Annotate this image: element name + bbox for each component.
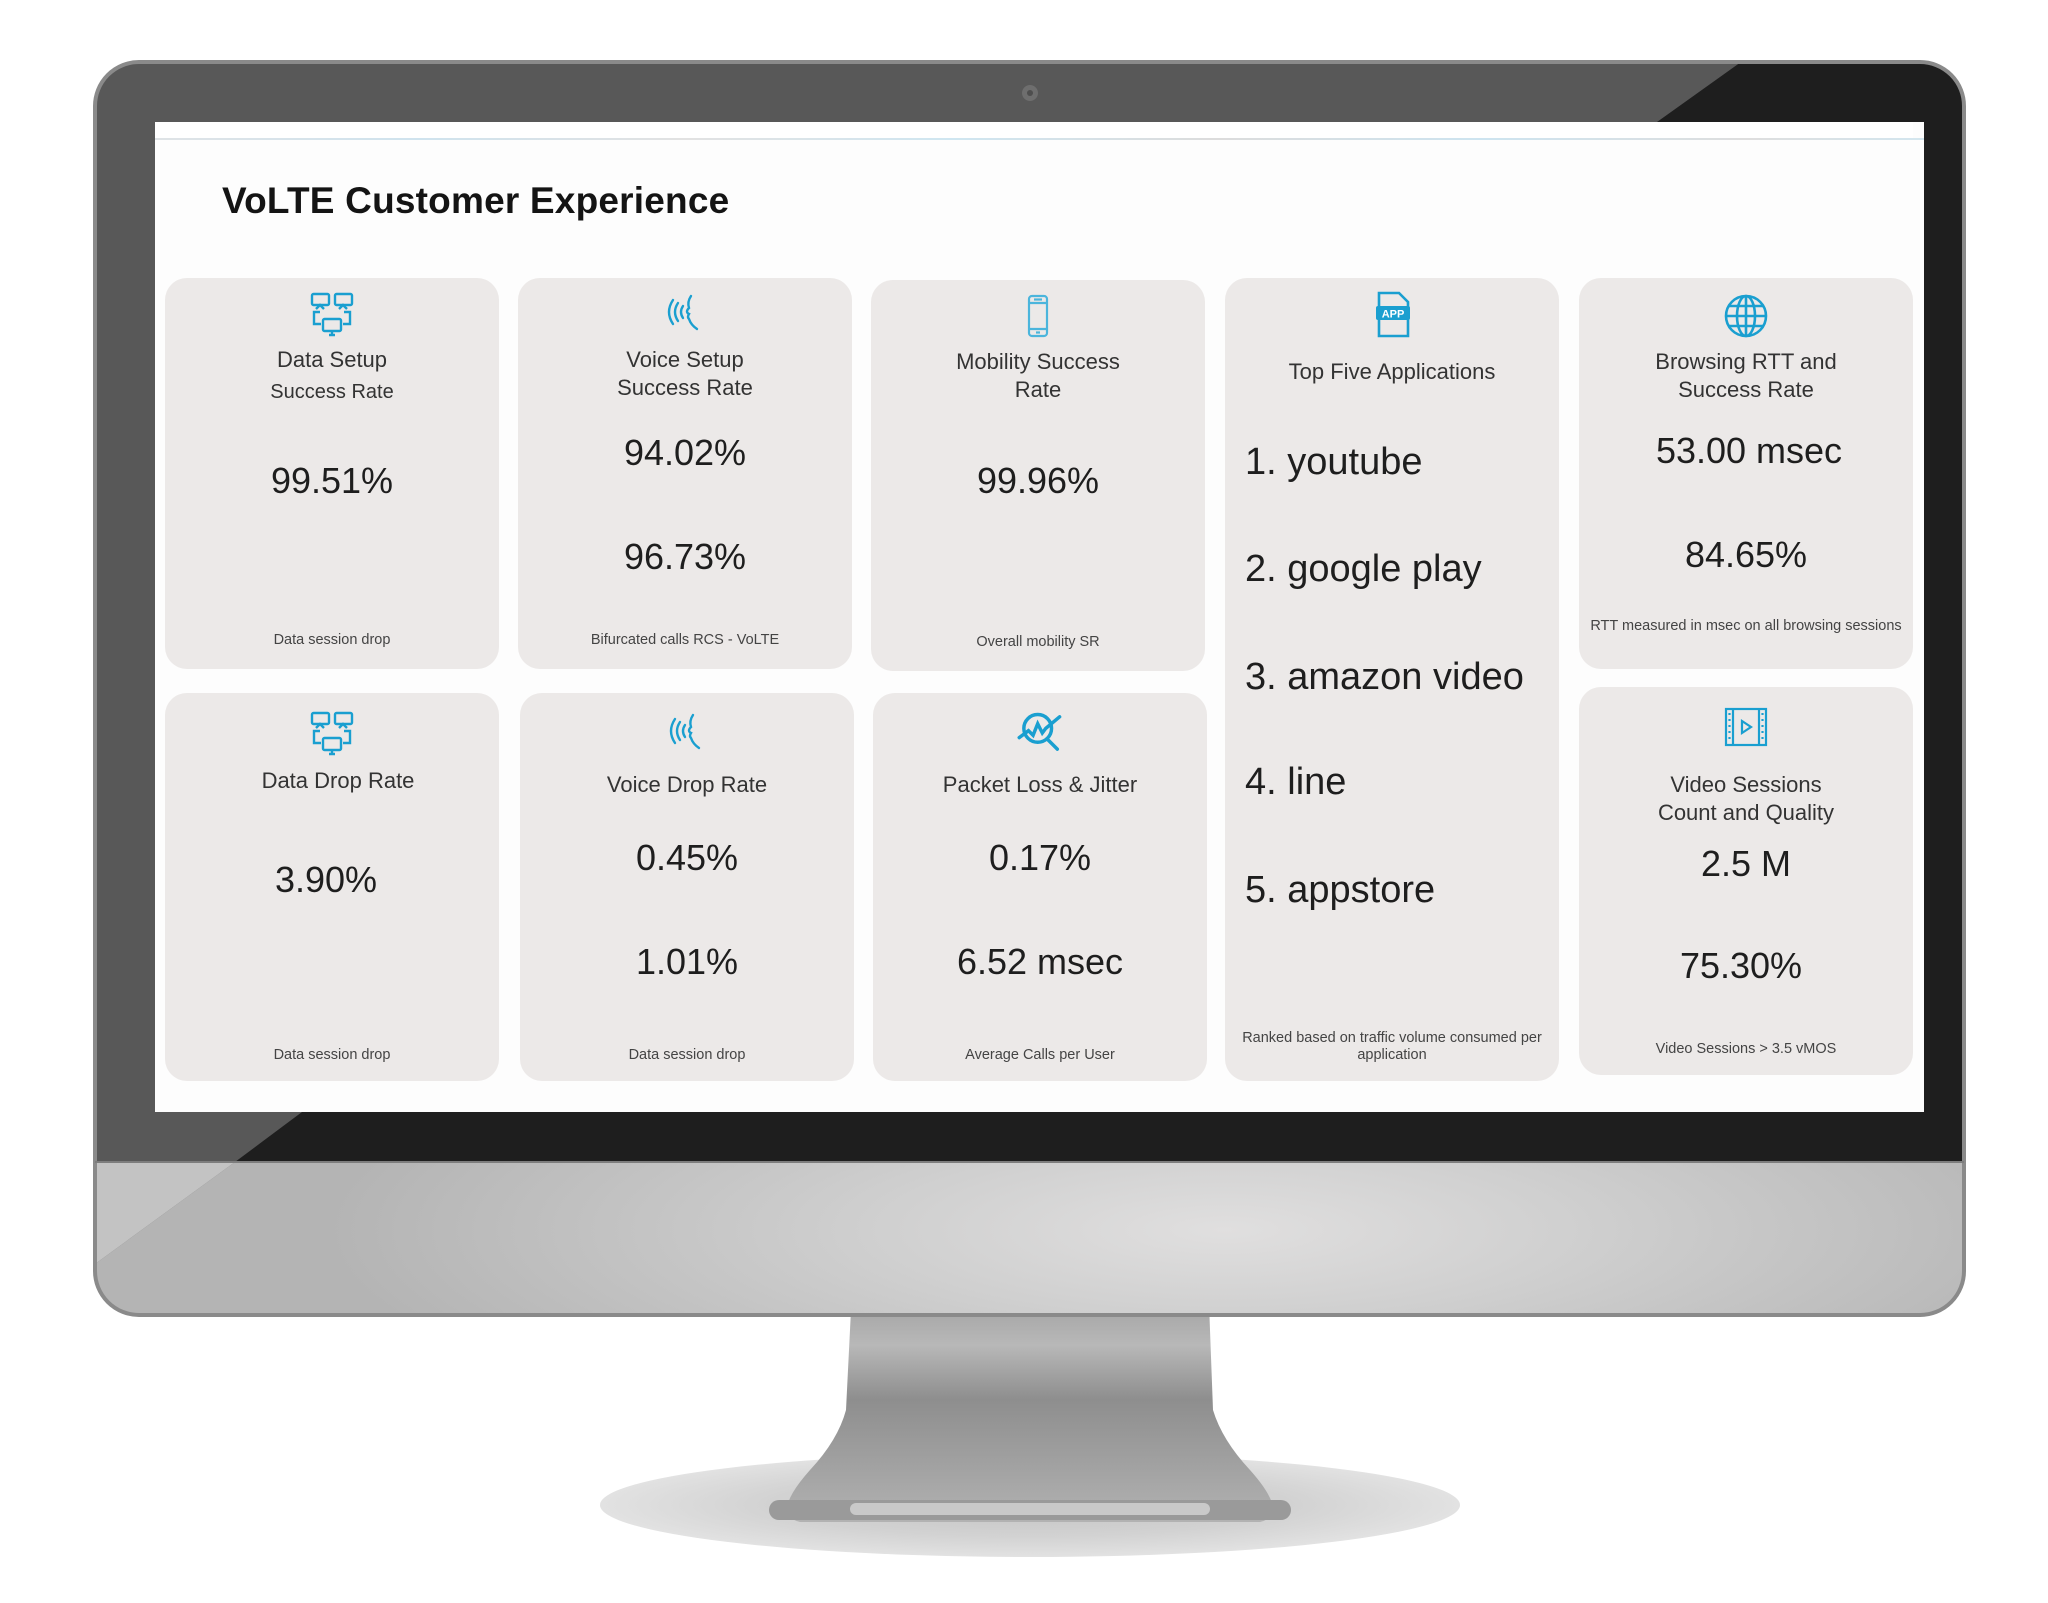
card-mobility-success-rate[interactable]: Mobility Success Rate 99.96% Overall mob… — [871, 280, 1205, 671]
card-title-line2: Success Rate — [617, 375, 753, 400]
card-value-primary: 3.90% — [274, 859, 378, 900]
card-value-primary: 0.17% — [988, 837, 1092, 878]
card-footnote: Bifurcated calls RCS - VoLTE — [590, 632, 780, 648]
globe-icon — [1724, 294, 1768, 338]
monitor-chin — [95, 1162, 1964, 1315]
card-video-sessions[interactable]: Video Sessions Count and Quality 2.5 M 7… — [1579, 687, 1913, 1075]
card-value-secondary: 96.73% — [623, 536, 747, 577]
card-value-secondary: 75.30% — [1679, 945, 1803, 986]
list-item: 1. youtube — [1245, 441, 1423, 483]
card-data-setup-success-rate[interactable]: Data Setup Success Rate 99.51% Data sess… — [165, 278, 499, 669]
card-title-line1: Video Sessions — [1670, 772, 1822, 797]
card-footnote: Ranked based on traffic volume consumed … — [1242, 1030, 1542, 1063]
card-top-five-applications[interactable]: APP Top Five Applications 1. youtube 2. … — [1225, 278, 1559, 1081]
magnifier-pulse-icon — [1017, 712, 1062, 751]
card-title: Packet Loss & Jitter — [942, 772, 1138, 797]
card-title-line1: Browsing RTT and — [1655, 349, 1837, 374]
smartphone-icon — [1027, 294, 1049, 338]
screen-divider — [155, 138, 1924, 140]
list-item: 4. line — [1245, 761, 1347, 803]
card-footnote: Video Sessions > 3.5 vMOS — [1655, 1041, 1837, 1057]
card-voice-drop-rate[interactable]: Voice Drop Rate 0.45% 1.01% Data session… — [520, 693, 854, 1081]
card-title-line2: Rate — [1014, 377, 1062, 402]
card-footnote: RTT measured in msec on all browsing ses… — [1590, 618, 1902, 634]
card-browsing-rtt[interactable]: Browsing RTT and Success Rate 53.00 msec… — [1579, 278, 1913, 669]
page-title: VoLTE Customer Experience — [222, 180, 730, 221]
list-item: 5. appstore — [1245, 869, 1436, 911]
card-title-line2: Count and Quality — [1657, 800, 1835, 825]
card-value-primary: 2.5 M — [1700, 843, 1792, 884]
card-footnote: Data session drop — [273, 1047, 391, 1063]
card-value-primary: 99.96% — [976, 460, 1100, 501]
card-title: Top Five Applications — [1288, 359, 1496, 384]
card-value-primary: 53.00 msec — [1655, 430, 1843, 471]
card-value-secondary: 84.65% — [1684, 534, 1808, 575]
card-footnote: Overall mobility SR — [976, 634, 1100, 650]
card-footnote: Average Calls per User — [965, 1047, 1115, 1063]
card-title-line1: Data Setup — [276, 347, 388, 372]
speaking-head-icon — [667, 294, 699, 331]
card-data-drop-rate[interactable]: Data Drop Rate 3.90% Data session drop — [165, 693, 499, 1081]
card-title-line1: Voice Setup — [626, 347, 744, 372]
card-value-secondary: 1.01% — [635, 941, 739, 982]
card-value-primary: 0.45% — [635, 837, 739, 878]
card-value-secondary: 6.52 msec — [956, 941, 1124, 982]
list-item: 2. google play — [1245, 548, 1482, 590]
screen-top-strip — [155, 122, 1913, 138]
card-footnote: Data session drop — [273, 632, 391, 648]
screen: VoLTE Customer Experience Data Setup Suc… — [155, 122, 1924, 1112]
network-computers-icon — [310, 292, 354, 337]
card-title: Data Drop Rate — [261, 768, 415, 793]
svg-text:APP: APP — [1382, 309, 1405, 321]
card-packet-loss-jitter[interactable]: Packet Loss & Jitter 0.17% 6.52 msec Ave… — [873, 693, 1207, 1081]
app-file-icon: APP — [1376, 291, 1410, 338]
card-title-line2: Success Rate — [1678, 377, 1814, 402]
video-film-icon — [1724, 707, 1768, 747]
list-item: 3. amazon video — [1245, 656, 1524, 698]
network-computers-icon — [310, 711, 354, 756]
card-title-line1: Mobility Success — [956, 349, 1120, 374]
speaking-head-icon — [669, 713, 701, 750]
card-footnote: Data session drop — [628, 1047, 746, 1063]
card-voice-setup-success-rate[interactable]: Voice Setup Success Rate 94.02% 96.73% B… — [518, 278, 852, 669]
card-title: Voice Drop Rate — [606, 772, 768, 797]
card-value-primary: 99.51% — [270, 460, 394, 501]
card-value-primary: 94.02% — [623, 432, 747, 473]
card-title-line2: Success Rate — [270, 381, 394, 403]
